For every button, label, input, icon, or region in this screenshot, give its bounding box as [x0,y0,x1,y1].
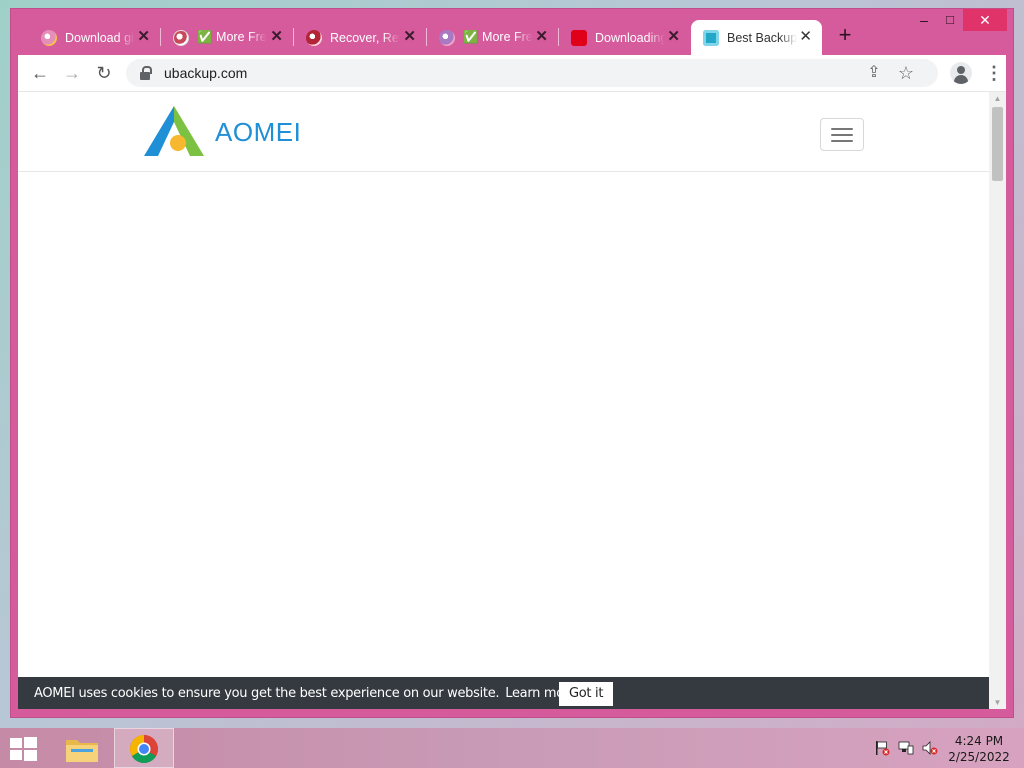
tab-title: ✅ More Free [463,30,533,44]
clock-time: 4:24 PM [954,734,1004,748]
chrome-taskbar-button[interactable] [114,728,174,768]
tab-favicon-icon [173,29,189,46]
url-text[interactable]: ubackup.com [164,65,247,81]
close-window-button[interactable]: ✕ [963,9,1007,31]
minimize-button[interactable]: – [911,9,937,31]
tab-favicon-icon [439,29,455,46]
forward-icon[interactable]: → [60,61,84,85]
scroll-up-icon[interactable]: ▲ [989,92,1006,106]
reload-icon[interactable]: ↻ [92,61,116,85]
chrome-icon [130,735,158,763]
site-header: AOMEI [18,92,989,172]
tab-more-free-2[interactable]: ✅ More Free ✕ [427,20,559,55]
brand-name[interactable]: AOMEI [215,117,301,148]
back-icon[interactable]: ← [28,61,52,85]
tab-best-backup[interactable]: Best Backup ✕ [691,20,822,55]
tab-downloading[interactable]: Downloading ✕ [559,20,690,55]
cookie-banner: AOMEI uses cookies to ensure you get the… [18,677,989,709]
network-icon[interactable] [898,740,914,756]
close-icon[interactable]: ✕ [270,29,283,45]
tab-title: Best Backup [727,30,797,45]
hamburger-line [831,128,853,130]
profile-avatar-icon[interactable] [950,62,972,84]
tab-favicon-icon [306,29,322,46]
aomei-logo-icon[interactable] [144,106,206,158]
file-explorer-button[interactable] [52,728,112,768]
action-center-flag-icon[interactable] [874,740,890,756]
share-icon[interactable]: ⇪ [864,63,884,83]
scroll-down-icon[interactable]: ▼ [989,696,1006,709]
maximize-button[interactable]: □ [937,9,963,31]
hamburger-line [831,134,853,136]
tab-recover-retrieve[interactable]: Recover, Retrieve ✕ [294,20,427,55]
clock-date: 2/25/2022 [948,750,1010,764]
browser-toolbar: ← → ↻ ubackup.com ⇪ ☆ ⋮ [18,55,1006,91]
taskbar: 4:24 PM 2/25/2022 [0,728,1024,768]
folder-icon [66,740,98,762]
got-it-button[interactable]: Got it [559,682,614,706]
lock-icon[interactable] [140,66,152,80]
tab-favicon-icon [41,29,57,46]
address-bar[interactable]: ubackup.com ⇪ ☆ [126,59,938,87]
bookmark-star-icon[interactable]: ☆ [896,63,916,83]
new-tab-button[interactable]: + [833,24,857,48]
tab-more-free-1[interactable]: ✅ More Free ✕ [161,20,294,55]
system-clock[interactable]: 4:24 PM 2/25/2022 [948,733,1010,765]
hamburger-menu-button[interactable] [820,118,864,151]
tab-title: Download gif [65,30,135,45]
tab-download-gif[interactable]: Download gif ✕ [29,20,161,55]
menu-dots-icon[interactable]: ⋮ [984,61,1004,85]
volume-muted-icon[interactable] [922,740,938,756]
tab-title: Recover, Retrieve [330,30,400,45]
cookie-message: AOMEI uses cookies to ensure you get the… [34,686,500,701]
scroll-thumb[interactable] [992,107,1003,181]
close-icon[interactable]: ✕ [535,29,548,45]
browser-window: Download gif ✕ ✅ More Free ✕ Recover, Re… [10,8,1014,718]
tab-strip: Download gif ✕ ✅ More Free ✕ Recover, Re… [11,9,1013,55]
tab-title: Downloading [595,30,665,45]
close-icon[interactable]: ✕ [799,29,812,45]
close-icon[interactable]: ✕ [667,29,680,45]
page-viewport: AOMEI ▲ ▼ AOMEI uses cookies to ensure y… [18,91,1006,709]
tab-favicon-icon [571,29,587,46]
windows-start-icon[interactable] [10,737,38,761]
close-icon[interactable]: ✕ [403,29,416,45]
tab-favicon-icon [703,29,719,46]
hamburger-line [831,140,853,142]
vertical-scrollbar[interactable]: ▲ ▼ [989,92,1006,709]
close-icon[interactable]: ✕ [137,29,150,45]
tab-title: ✅ More Free [197,30,267,44]
